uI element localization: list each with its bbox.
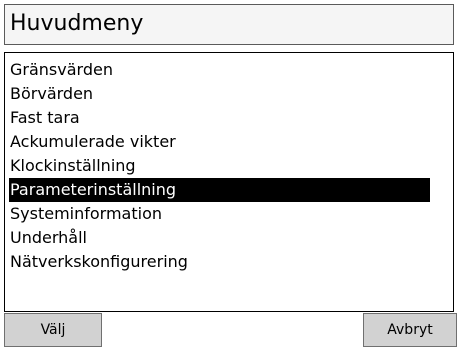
- cancel-button[interactable]: Avbryt: [363, 313, 457, 347]
- menu-panel: Gränsvärden Börvärden Fast tara Ackumule…: [4, 52, 454, 312]
- menu-item-maintenance[interactable]: Underhåll: [9, 226, 430, 250]
- menu-item-setpoints[interactable]: Börvärden: [9, 82, 430, 106]
- menu-item-accumulated-weights[interactable]: Ackumulerade vikter: [9, 130, 430, 154]
- menu-item-clock-settings[interactable]: Klockinställning: [9, 154, 430, 178]
- menu-list: Gränsvärden Börvärden Fast tara Ackumule…: [9, 58, 430, 274]
- main-menu-screen: Huvudmeny Gränsvärden Börvärden Fast tar…: [0, 0, 459, 347]
- page-title: Huvudmeny: [10, 11, 144, 36]
- softkey-bar: Välj Avbryt: [0, 313, 459, 347]
- title-bar: Huvudmeny: [4, 4, 454, 45]
- menu-item-system-information[interactable]: Systeminformation: [9, 202, 430, 226]
- menu-item-fixed-tare[interactable]: Fast tara: [9, 106, 430, 130]
- menu-item-limit-values[interactable]: Gränsvärden: [9, 58, 430, 82]
- menu-item-network-configuration[interactable]: Nätverkskonfigurering: [9, 250, 430, 274]
- menu-item-parameter-settings[interactable]: Parameterinställning: [9, 178, 430, 202]
- select-button[interactable]: Välj: [4, 313, 102, 347]
